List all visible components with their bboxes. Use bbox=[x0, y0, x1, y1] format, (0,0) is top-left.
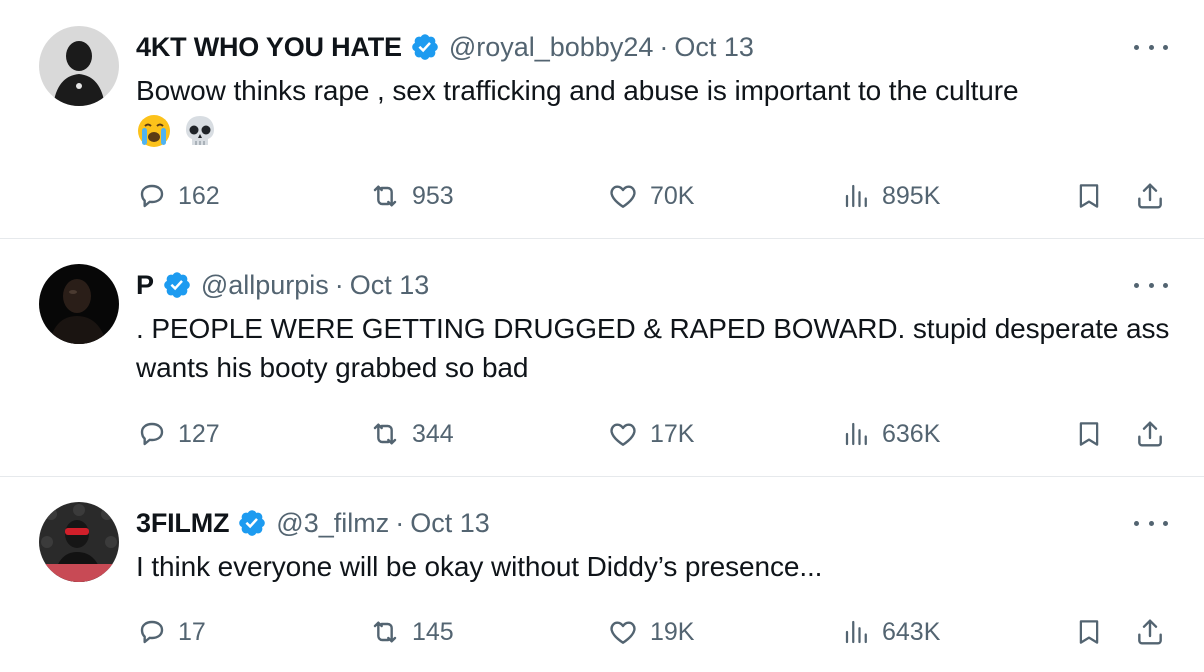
timeline: 4KT WHO YOU HATE @royal_bobby24 · Oct 13… bbox=[0, 0, 1204, 672]
avatar[interactable] bbox=[39, 264, 119, 344]
display-name[interactable]: P bbox=[136, 265, 154, 305]
repost-button[interactable]: 953 bbox=[368, 176, 454, 216]
share-icon bbox=[1138, 421, 1162, 447]
separator: · bbox=[659, 32, 669, 62]
user-handle[interactable]: @royal_bobby24 bbox=[449, 27, 654, 67]
bookmark-button[interactable] bbox=[1074, 612, 1104, 652]
tweet-text: . PEOPLE WERE GETTING DRUGGED & RAPED BO… bbox=[136, 313, 1170, 383]
views-icon bbox=[845, 184, 867, 208]
share-button[interactable] bbox=[1134, 414, 1166, 454]
reply-count: 17 bbox=[178, 617, 206, 646]
verified-badge-icon bbox=[412, 34, 438, 60]
views-button[interactable]: 636K bbox=[842, 414, 940, 454]
reply-count: 162 bbox=[178, 181, 220, 210]
tweet-actions: 17 145 19K 643K bbox=[136, 612, 1176, 652]
views-icon bbox=[845, 620, 867, 644]
like-count: 70K bbox=[650, 181, 695, 210]
repost-icon bbox=[373, 621, 397, 643]
tweet-actions: 127 344 17K 636K bbox=[136, 414, 1176, 454]
views-count: 895K bbox=[882, 181, 941, 210]
separator: · bbox=[334, 270, 344, 300]
user-handle[interactable]: @allpurpis bbox=[201, 265, 329, 305]
crying-face-emoji bbox=[138, 115, 170, 147]
views-button[interactable]: 895K bbox=[842, 176, 940, 216]
share-button[interactable] bbox=[1134, 176, 1166, 216]
verified-badge-icon bbox=[239, 510, 266, 536]
reply-button[interactable]: 162 bbox=[136, 176, 220, 216]
bookmark-button[interactable] bbox=[1074, 414, 1104, 454]
repost-button[interactable]: 145 bbox=[368, 612, 454, 652]
separator: · bbox=[395, 508, 405, 538]
repost-count: 953 bbox=[412, 181, 454, 210]
reply-icon bbox=[140, 620, 164, 644]
repost-count: 344 bbox=[412, 419, 454, 448]
bookmark-icon bbox=[1079, 184, 1099, 208]
tweet[interactable]: P @allpurpis · Oct 13 . PEOPLE WERE GETT… bbox=[0, 239, 1204, 477]
share-button[interactable] bbox=[1134, 612, 1166, 652]
heart-icon bbox=[610, 185, 636, 208]
heart-icon bbox=[610, 621, 636, 644]
reply-icon bbox=[140, 422, 164, 446]
more-icon[interactable] bbox=[1134, 515, 1168, 531]
tweet[interactable]: 3FILMZ @3_filmz · Oct 13 I think everyon… bbox=[0, 477, 1204, 672]
repost-icon bbox=[373, 423, 397, 445]
display-name[interactable]: 4KT WHO YOU HATE bbox=[136, 27, 402, 67]
like-count: 17K bbox=[650, 419, 695, 448]
views-icon bbox=[845, 422, 867, 446]
tweet[interactable]: 4KT WHO YOU HATE @royal_bobby24 · Oct 13… bbox=[0, 0, 1204, 239]
share-icon bbox=[1138, 183, 1162, 209]
tweet-date[interactable]: Oct 13 bbox=[674, 27, 754, 67]
skull-emoji bbox=[186, 116, 214, 145]
tweet-header: 4KT WHO YOU HATE @royal_bobby24 · Oct 13 bbox=[136, 27, 754, 67]
tweet-date[interactable]: Oct 13 bbox=[350, 265, 430, 305]
bookmark-icon bbox=[1079, 422, 1099, 446]
avatar[interactable] bbox=[39, 26, 119, 106]
views-count: 636K bbox=[882, 419, 941, 448]
heart-icon bbox=[610, 423, 636, 446]
emoji-row bbox=[136, 113, 218, 149]
reply-icon bbox=[140, 184, 164, 208]
share-icon bbox=[1138, 619, 1162, 645]
like-button[interactable]: 19K bbox=[606, 612, 694, 652]
avatar[interactable] bbox=[39, 502, 119, 582]
like-button[interactable]: 17K bbox=[606, 414, 694, 454]
user-handle[interactable]: @3_filmz bbox=[276, 503, 389, 543]
repost-button[interactable]: 344 bbox=[368, 414, 454, 454]
tweet-text: Bowow thinks rape , sex trafficking and … bbox=[136, 75, 1019, 106]
bookmark-icon bbox=[1079, 620, 1099, 644]
views-button[interactable]: 643K bbox=[842, 612, 940, 652]
display-name[interactable]: 3FILMZ bbox=[136, 503, 229, 543]
more-icon[interactable] bbox=[1134, 277, 1168, 293]
more-icon[interactable] bbox=[1134, 39, 1168, 55]
tweet-text: I think everyone will be okay without Di… bbox=[136, 551, 823, 582]
reply-button[interactable]: 17 bbox=[136, 612, 206, 652]
reply-button[interactable]: 127 bbox=[136, 414, 220, 454]
tweet-actions: 162 953 70K 895K bbox=[136, 176, 1176, 216]
tweet-header: 3FILMZ @3_filmz · Oct 13 bbox=[136, 503, 490, 543]
views-count: 643K bbox=[882, 617, 941, 646]
like-button[interactable]: 70K bbox=[606, 176, 694, 216]
tweet-date[interactable]: Oct 13 bbox=[410, 503, 490, 543]
reply-count: 127 bbox=[178, 419, 220, 448]
tweet-header: P @allpurpis · Oct 13 bbox=[136, 265, 429, 305]
repost-icon bbox=[373, 185, 397, 207]
like-count: 19K bbox=[650, 617, 695, 646]
repost-count: 145 bbox=[412, 617, 454, 646]
verified-badge-icon bbox=[164, 272, 190, 298]
bookmark-button[interactable] bbox=[1074, 176, 1104, 216]
